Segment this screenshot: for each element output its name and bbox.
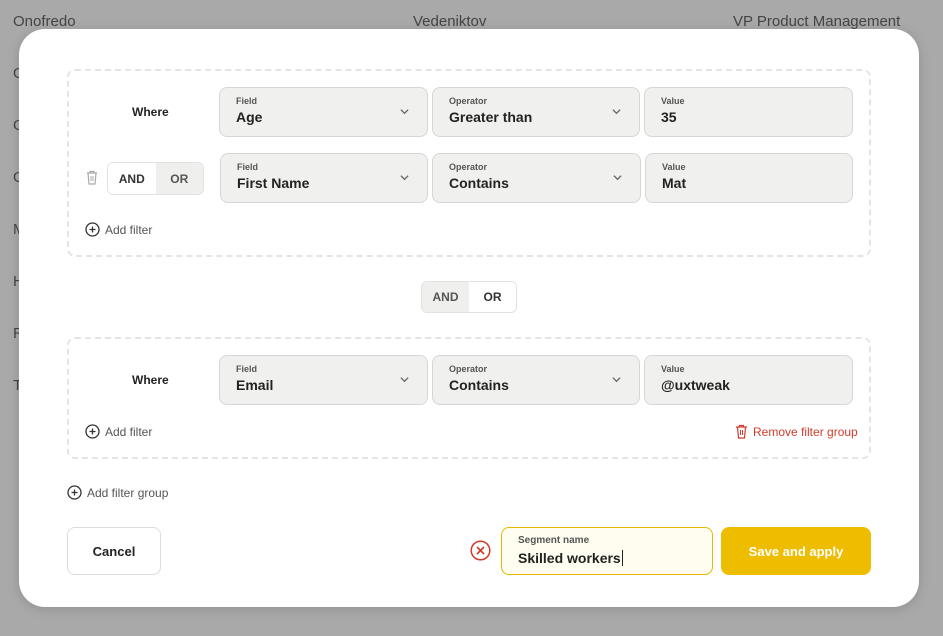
clear-segment-icon[interactable] — [470, 540, 491, 561]
segment-name-input[interactable]: Segment name Skilled workers — [501, 527, 713, 575]
value-input[interactable]: Value @uxtweak — [644, 355, 853, 405]
operator-select-value: Contains — [449, 175, 509, 191]
field-select[interactable]: Field Age — [219, 87, 428, 137]
value-input-value: @uxtweak — [661, 377, 730, 393]
bg-cell-first-name: Onofredo — [13, 13, 76, 30]
add-filter-group-label: Add filter group — [87, 485, 169, 500]
or-option[interactable]: OR — [469, 282, 516, 312]
field-select-value: Email — [236, 377, 274, 393]
chevron-down-icon — [612, 109, 621, 115]
trash-icon[interactable] — [85, 170, 99, 185]
filter-group-2: Where Field Email Operator Contains Valu… — [67, 337, 871, 459]
add-filter-label: Add filter — [105, 222, 153, 237]
plus-circle-icon — [85, 222, 100, 237]
field-select-value: First Name — [237, 175, 310, 191]
or-option[interactable]: OR — [155, 163, 203, 194]
value-input-label: Value — [662, 162, 686, 172]
filter-group-1: Where Field Age Operator Greater than Va… — [67, 69, 871, 257]
cancel-button[interactable]: Cancel — [67, 527, 161, 575]
plus-circle-icon — [67, 485, 82, 500]
group-and-or-toggle: AND OR — [421, 281, 517, 313]
value-input[interactable]: Value Mat — [645, 153, 853, 203]
where-label: Where — [132, 105, 169, 119]
plus-circle-icon — [85, 424, 100, 439]
add-filter-label: Add filter — [105, 424, 153, 439]
where-label: Where — [132, 373, 169, 387]
save-and-apply-button[interactable]: Save and apply — [721, 527, 871, 575]
value-input-label: Value — [661, 364, 685, 374]
operator-select-label: Operator — [449, 96, 488, 106]
field-select[interactable]: Field Email — [219, 355, 428, 405]
value-input-label: Value — [661, 96, 685, 106]
segment-name-value: Skilled workers — [518, 550, 621, 566]
operator-select-label: Operator — [449, 364, 488, 374]
chevron-down-icon — [400, 109, 409, 115]
operator-select-value: Contains — [449, 377, 509, 393]
add-filter-group-button[interactable]: Add filter group — [67, 485, 168, 500]
bg-cell-last-name: Vedeniktov — [413, 13, 487, 30]
operator-select[interactable]: Operator Contains — [432, 355, 640, 405]
operator-select[interactable]: Operator Contains — [432, 153, 641, 203]
and-or-toggle: AND OR — [107, 162, 204, 195]
field-select-label: Field — [237, 162, 259, 172]
and-option[interactable]: AND — [108, 163, 156, 194]
value-input-value: Mat — [662, 175, 687, 191]
add-filter-button[interactable]: Add filter — [85, 424, 152, 439]
filter-modal: Where Field Age Operator Greater than Va… — [19, 29, 919, 607]
add-filter-button[interactable]: Add filter — [85, 222, 152, 237]
trash-icon — [736, 424, 747, 439]
chevron-down-icon — [612, 377, 621, 383]
field-select[interactable]: Field First Name — [220, 153, 428, 203]
operator-select-label: Operator — [449, 162, 488, 172]
operator-select[interactable]: Operator Greater than — [432, 87, 640, 137]
chevron-down-icon — [400, 175, 409, 181]
value-input-value: 35 — [661, 109, 677, 125]
chevron-down-icon — [400, 377, 409, 383]
and-option[interactable]: AND — [422, 282, 469, 312]
operator-select-value: Greater than — [449, 109, 533, 125]
field-select-label: Field — [236, 364, 258, 374]
remove-filter-group-button[interactable]: Remove filter group — [735, 424, 858, 439]
field-select-value: Age — [236, 109, 263, 125]
segment-name-label: Segment name — [518, 535, 590, 546]
bg-cell-job-title: VP Product Management — [733, 13, 901, 30]
chevron-down-icon — [613, 175, 622, 181]
field-select-label: Field — [236, 96, 258, 106]
remove-filter-group-label: Remove filter group — [753, 424, 858, 439]
value-input[interactable]: Value 35 — [644, 87, 853, 137]
